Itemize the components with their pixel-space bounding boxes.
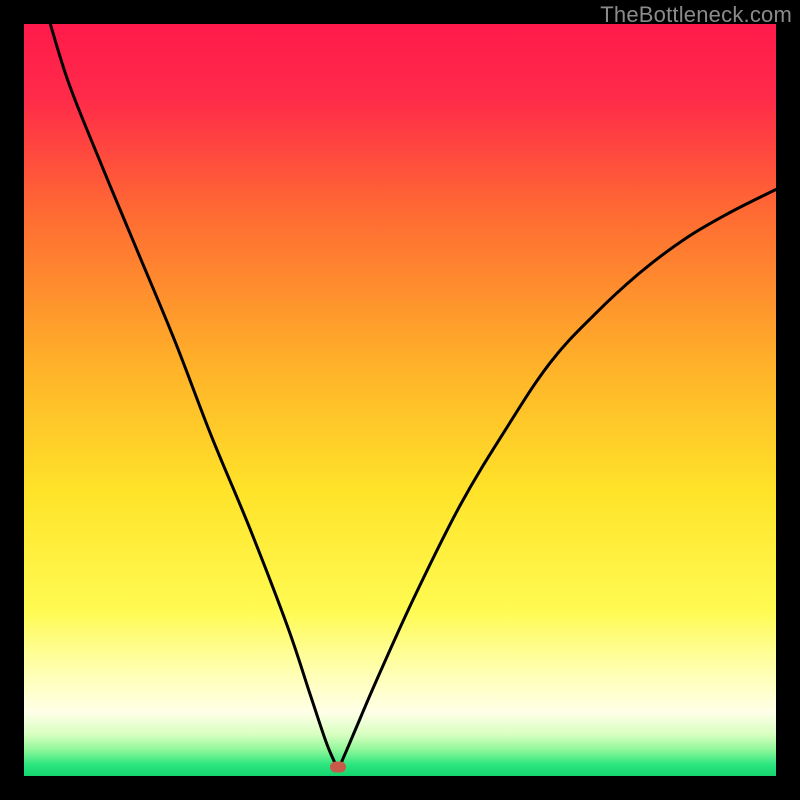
bottleneck-curve <box>24 24 776 776</box>
chart-stage: TheBottleneck.com <box>0 0 800 800</box>
optimal-point-marker <box>330 761 346 772</box>
plot-area <box>24 24 776 776</box>
watermark-text: TheBottleneck.com <box>600 2 792 28</box>
